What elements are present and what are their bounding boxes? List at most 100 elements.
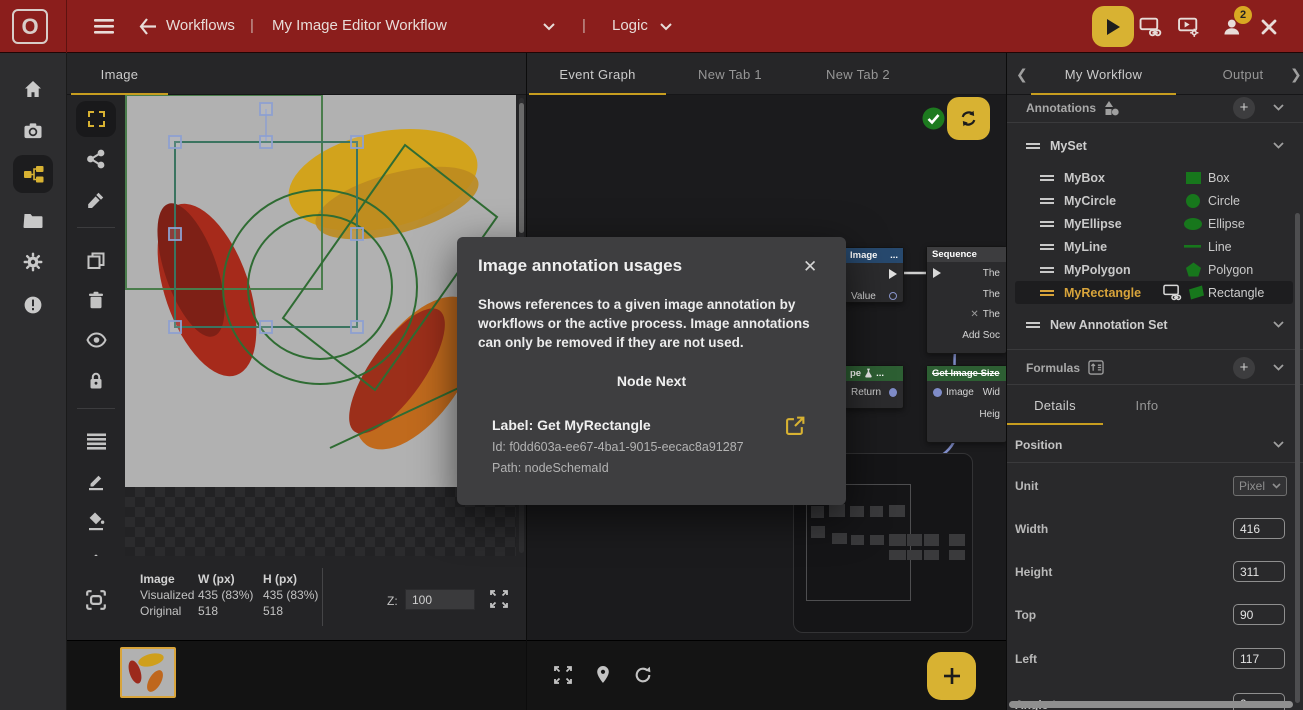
back-arrow-icon[interactable] xyxy=(138,17,158,36)
chevron-down-icon[interactable] xyxy=(543,23,555,31)
tools-button[interactable] xyxy=(1258,17,1280,37)
tab-output[interactable]: Output xyxy=(1188,53,1298,95)
chevron-down-icon[interactable] xyxy=(1273,321,1284,328)
annotation-row[interactable]: MyCircle Circle xyxy=(1007,189,1303,212)
nav-alerts[interactable] xyxy=(13,286,53,324)
drag-handle-icon[interactable] xyxy=(1040,196,1054,206)
tool-share[interactable] xyxy=(76,141,116,177)
graph-fullscreen-button[interactable] xyxy=(553,665,573,685)
annotation-set-row[interactable]: MySet xyxy=(1007,134,1303,157)
value-out-pin[interactable] xyxy=(889,292,897,300)
tool-visibility[interactable] xyxy=(76,322,116,358)
annotation-row-selected[interactable]: MyRectangle Rectangle xyxy=(1015,281,1293,304)
status-col-h: H (px) xyxy=(263,572,297,586)
drag-handle-icon[interactable] xyxy=(1040,242,1054,252)
annotation-row[interactable]: MyLine Line xyxy=(1007,235,1303,258)
folder-icon xyxy=(23,213,43,229)
fit-view-button[interactable] xyxy=(85,589,107,611)
node-image[interactable]: Image... Value xyxy=(844,247,904,303)
annotation-row[interactable]: MyBox Box xyxy=(1007,166,1303,189)
chevron-down-icon[interactable] xyxy=(1273,104,1284,111)
left-input[interactable] xyxy=(1233,648,1285,669)
external-link-icon xyxy=(785,415,806,436)
chevron-down-icon[interactable] xyxy=(1273,142,1284,149)
scrollbar-thumb[interactable] xyxy=(519,103,524,233)
annotation-row[interactable]: MyPolygon Polygon xyxy=(1007,258,1303,281)
node-menu-icon[interactable]: ... xyxy=(876,368,884,379)
nav-next-icon[interactable]: ❯ xyxy=(1290,66,1302,83)
tool-copy[interactable] xyxy=(76,242,116,278)
annotation-set-row[interactable]: New Annotation Set xyxy=(1007,313,1303,336)
zoom-input[interactable] xyxy=(405,589,475,610)
graph-refresh-button[interactable] xyxy=(633,665,653,685)
chevron-down-icon[interactable] xyxy=(660,23,672,31)
fullscreen-button[interactable] xyxy=(489,589,509,609)
tool-draw[interactable] xyxy=(76,463,116,499)
drag-handle-icon[interactable] xyxy=(1026,141,1040,151)
exec-in-pin[interactable] xyxy=(933,268,941,278)
drag-handle-icon[interactable] xyxy=(1040,288,1054,298)
open-node-button[interactable] xyxy=(785,415,806,436)
users-button[interactable]: 2 xyxy=(1221,15,1245,37)
chevron-down-icon[interactable] xyxy=(1273,364,1284,371)
annotation-row[interactable]: MyEllipse Ellipse xyxy=(1007,212,1303,235)
dialog-title: Image annotation usages xyxy=(478,256,682,276)
logic-dropdown[interactable]: Logic xyxy=(612,17,648,34)
add-node-button[interactable] xyxy=(927,652,976,700)
drag-handle-icon[interactable] xyxy=(1026,320,1040,330)
image-in-pin[interactable] xyxy=(933,388,942,397)
nav-settings[interactable] xyxy=(13,243,53,281)
unit-label: Unit xyxy=(1015,479,1038,493)
tab-image[interactable]: Image xyxy=(71,53,168,95)
nav-home[interactable] xyxy=(13,70,53,108)
drag-handle-icon[interactable] xyxy=(1040,265,1054,275)
graph-locate-button[interactable] xyxy=(593,664,613,685)
panel-horizontal-scrollbar[interactable] xyxy=(1009,701,1293,708)
annotation-type: Circle xyxy=(1208,194,1240,208)
height-input[interactable] xyxy=(1233,561,1285,582)
position-header[interactable]: Position xyxy=(1007,432,1303,457)
panel-vertical-scrollbar[interactable] xyxy=(1295,213,1300,703)
line-shape-icon xyxy=(1184,245,1201,248)
run-button[interactable] xyxy=(1092,6,1134,47)
app-logo[interactable]: O xyxy=(12,9,48,44)
exec-out-pin[interactable] xyxy=(889,269,897,279)
drag-handle-icon[interactable] xyxy=(1040,173,1054,183)
tool-delete[interactable] xyxy=(76,282,116,318)
workflow-name-dropdown[interactable]: My Image Editor Workflow xyxy=(272,17,447,34)
tool-layers-list[interactable] xyxy=(76,423,116,459)
tool-lock[interactable] xyxy=(76,362,116,398)
image-thumbnail[interactable] xyxy=(120,647,176,698)
tool-fill[interactable] xyxy=(76,503,116,539)
chevron-down-icon[interactable] xyxy=(1273,441,1284,448)
node-menu-icon[interactable]: ... xyxy=(890,250,898,261)
screen-settings-button[interactable] xyxy=(1176,17,1201,37)
node-sequence[interactable]: Sequence The The ✕The Add Soc xyxy=(926,246,1007,354)
unit-select[interactable]: Pixel xyxy=(1233,476,1287,496)
close-icon[interactable]: ✕ xyxy=(803,257,817,277)
hamburger-icon[interactable] xyxy=(94,18,114,35)
nav-files[interactable] xyxy=(13,202,53,240)
add-formula-button[interactable]: + xyxy=(1233,357,1255,379)
add-socket-button[interactable]: Add Soc xyxy=(962,330,1000,341)
nav-prev-icon[interactable]: ❮ xyxy=(1016,66,1028,83)
top-input[interactable] xyxy=(1233,604,1285,625)
tab-info[interactable]: Info xyxy=(1103,385,1191,425)
nav-workflows[interactable] xyxy=(13,155,53,193)
node-shape[interactable]: pe ... Return xyxy=(844,365,904,409)
link-usage-icon[interactable] xyxy=(1162,284,1182,301)
nav-camera[interactable] xyxy=(13,112,53,150)
tab-details[interactable]: Details xyxy=(1007,385,1103,425)
tool-eyedropper[interactable] xyxy=(76,182,116,218)
pin-label: Wid xyxy=(983,387,1000,398)
drag-handle-icon[interactable] xyxy=(1040,219,1054,229)
node-get-image-size[interactable]: Get Image Size ImageWid Heig xyxy=(926,365,1007,443)
workflow-link-button[interactable] xyxy=(1138,17,1162,37)
breadcrumb-workflows[interactable]: Workflows xyxy=(166,17,235,34)
width-input[interactable] xyxy=(1233,518,1285,539)
tab-my-workflow[interactable]: My Workflow xyxy=(1031,53,1176,95)
tool-marquee-select[interactable] xyxy=(76,101,116,137)
remove-pin-icon[interactable]: ✕ xyxy=(970,309,978,320)
add-annotation-button[interactable]: + xyxy=(1233,97,1255,119)
return-out-pin[interactable] xyxy=(889,388,897,397)
